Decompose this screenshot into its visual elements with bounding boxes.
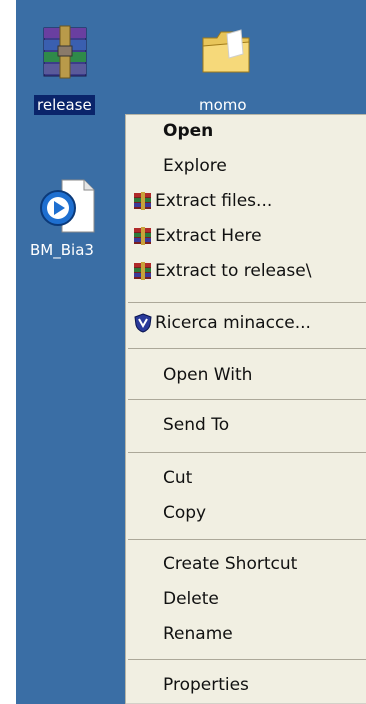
menu-item-create-shortcut-label: Create Shortcut [163,554,298,574]
menu-separator [128,659,366,660]
menu-item-cut[interactable]: Cut [126,464,366,492]
menu-item-properties[interactable]: Properties [126,671,366,699]
menu-item-send-to-label: Send To [163,415,230,435]
menu-item-rename-label: Rename [163,624,233,644]
winrar-icon [134,262,151,280]
winrar-archive-icon[interactable] [38,22,92,82]
release-icon-label[interactable]: release [34,95,95,115]
menu-item-copy-label: Copy [163,503,207,523]
menu-item-open-label: Open [163,121,214,141]
menu-item-delete-label: Delete [163,589,219,609]
menu-item-explore-label: Explore [163,156,227,176]
shield-icon [134,313,152,333]
menu-separator [128,302,366,303]
media-player-file-icon[interactable] [38,176,96,236]
menu-item-open-with-label: Open With [163,365,253,385]
winrar-icon [134,192,151,210]
menu-separator [128,539,366,540]
bm-bia3-icon-label[interactable]: BM_Bia3 [30,241,94,259]
menu-item-extract-here-label: Extract Here [155,226,262,246]
menu-item-cut-label: Cut [163,468,193,488]
context-menu: Open Explore Extract files... Extract He… [125,114,366,704]
menu-item-extract-to-label: Extract to release\ [155,261,312,281]
momo-icon-label[interactable]: momo [199,96,247,114]
menu-separator [128,452,366,453]
menu-item-open-with[interactable]: Open With [126,361,366,389]
winrar-icon [134,227,151,245]
desktop: release momo BM_Bia3 Open Explore Extrac… [16,0,366,704]
menu-item-create-shortcut[interactable]: Create Shortcut [126,550,366,578]
menu-item-extract-here[interactable]: Extract Here [126,222,366,250]
menu-item-open[interactable]: Open [126,117,366,145]
menu-separator [128,348,366,349]
menu-item-properties-label: Properties [163,675,249,695]
menu-item-send-to[interactable]: Send To [126,411,366,439]
folder-icon[interactable] [199,24,253,80]
menu-item-scan-threats[interactable]: Ricerca minacce... [126,309,366,337]
menu-item-copy[interactable]: Copy [126,499,366,527]
menu-item-explore[interactable]: Explore [126,152,366,180]
menu-item-delete[interactable]: Delete [126,585,366,613]
menu-item-extract-to[interactable]: Extract to release\ [126,257,366,285]
menu-item-rename[interactable]: Rename [126,620,366,648]
menu-item-extract-files-label: Extract files... [155,191,273,211]
menu-separator [128,399,366,400]
menu-item-extract-files[interactable]: Extract files... [126,187,366,215]
menu-item-scan-threats-label: Ricerca minacce... [155,313,311,333]
